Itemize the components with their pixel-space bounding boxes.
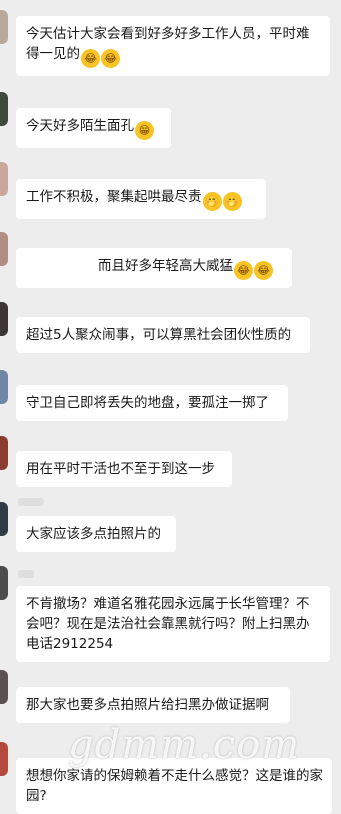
message-text: 今天好多陌生面孔 <box>26 118 134 134</box>
avatar[interactable] <box>0 232 8 266</box>
message-bubble[interactable]: 用在平时干活也不至于到这一步 <box>16 451 232 487</box>
laughing-emoji-icon: 😂 <box>81 49 100 68</box>
avatar[interactable] <box>0 370 8 404</box>
message-text: 今天估计大家会看到好多好多工作人员，平时难得一见的 <box>26 26 310 62</box>
hand-over-mouth-emoji-icon: 🤭 <box>222 192 242 211</box>
avatar[interactable] <box>0 92 8 126</box>
message-text: 想想你家请的保姆赖着不走什么感觉？这是谁的家园? <box>26 768 323 804</box>
avatar[interactable] <box>0 10 8 44</box>
message-bubble[interactable]: 而且好多年轻高大威猛 😂 😂 <box>16 248 292 288</box>
message-bubble[interactable]: 工作不积极，聚集起哄最尽责 🤭 🤭 <box>16 179 266 219</box>
message-bubble[interactable]: 不肯撤场？难道名雅花园永远属于长华管理？不会吧？现在是法治社会靠黑就行吗？附上扫… <box>16 586 330 662</box>
message-bubble[interactable]: 今天估计大家会看到好多好多工作人员，平时难得一见的 😂 😂 <box>16 16 330 76</box>
laughing-emoji-icon: 😂 <box>234 261 253 280</box>
message-text: 那大家也要多点拍照片给扫黑办做证据啊 <box>26 697 269 713</box>
avatar[interactable] <box>0 302 8 336</box>
message-bubble[interactable]: 守卫自己即将丢失的地盘，要孤注一掷了 <box>16 385 288 421</box>
message-text: 超过5人聚众闹事，可以算黑社会团伙性质的 <box>26 327 292 343</box>
message-bubble[interactable]: 超过5人聚众闹事，可以算黑社会团伙性质的 <box>16 317 310 353</box>
message-bubble[interactable]: 今天好多陌生面孔 😁 <box>16 108 171 148</box>
message-text: 而且好多年轻高大威猛 <box>98 258 233 274</box>
sender-name <box>18 570 34 578</box>
message-text: 工作不积极，聚集起哄最尽责 <box>26 189 202 205</box>
avatar[interactable] <box>0 742 8 776</box>
avatar[interactable] <box>0 670 8 704</box>
avatar[interactable] <box>0 502 8 536</box>
message-text: 用在平时干活也不至于到这一步 <box>26 461 215 477</box>
hand-over-mouth-emoji-icon: 🤭 <box>202 192 222 211</box>
sender-name <box>18 498 44 506</box>
laughing-emoji-icon: 😂 <box>254 261 273 280</box>
grinning-emoji-icon: 😁 <box>135 121 154 140</box>
avatar[interactable] <box>0 162 8 196</box>
avatar[interactable] <box>0 566 8 600</box>
watermark: gdmm.com <box>68 722 301 768</box>
laughing-emoji-icon: 😂 <box>101 49 120 68</box>
message-text: 大家应该多点拍照片的 <box>26 526 161 542</box>
message-text: 守卫自己即将丢失的地盘，要孤注一掷了 <box>26 395 269 411</box>
message-text: 不肯撤场？难道名雅花园永远属于长华管理？不会吧？现在是法治社会靠黑就行吗？附上扫… <box>26 596 310 652</box>
message-bubble[interactable]: 大家应该多点拍照片的 <box>16 516 176 552</box>
avatar[interactable] <box>0 436 8 470</box>
message-bubble[interactable]: 那大家也要多点拍照片给扫黑办做证据啊 <box>16 687 290 723</box>
